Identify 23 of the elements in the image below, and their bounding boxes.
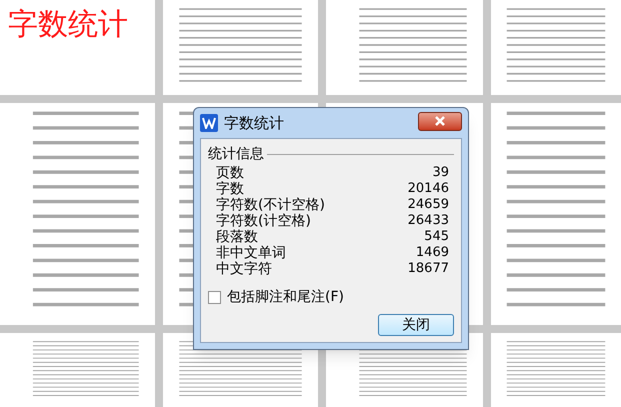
stat-label: 字数 [216, 181, 244, 197]
stat-value: 24659 [408, 197, 449, 213]
app-logo-icon [200, 114, 218, 132]
close-button[interactable] [418, 112, 462, 130]
page-caption: 字数统计 [8, 6, 128, 44]
group-label: 统计信息 [208, 145, 264, 164]
stat-value: 20146 [408, 181, 449, 197]
stat-label: 中文字符 [216, 261, 272, 277]
stat-label: 非中文单词 [216, 245, 286, 261]
stat-value: 18677 [408, 261, 449, 277]
stat-label: 页数 [216, 165, 244, 181]
checkbox-label: 包括脚注和尾注(F) [227, 288, 344, 307]
stat-label: 段落数 [216, 229, 258, 245]
stat-label: 字符数(不计空格) [216, 197, 325, 213]
close-dialog-button[interactable]: 关闭 [378, 314, 454, 336]
stat-label: 字符数(计空格) [216, 213, 311, 229]
close-icon [434, 116, 446, 126]
checkbox[interactable] [208, 291, 221, 304]
stat-value: 26433 [408, 213, 449, 229]
stat-value: 1469 [416, 245, 449, 261]
dialog-title: 字数统计 [224, 112, 284, 134]
stat-value: 545 [424, 229, 449, 245]
stat-value: 39 [432, 165, 449, 181]
